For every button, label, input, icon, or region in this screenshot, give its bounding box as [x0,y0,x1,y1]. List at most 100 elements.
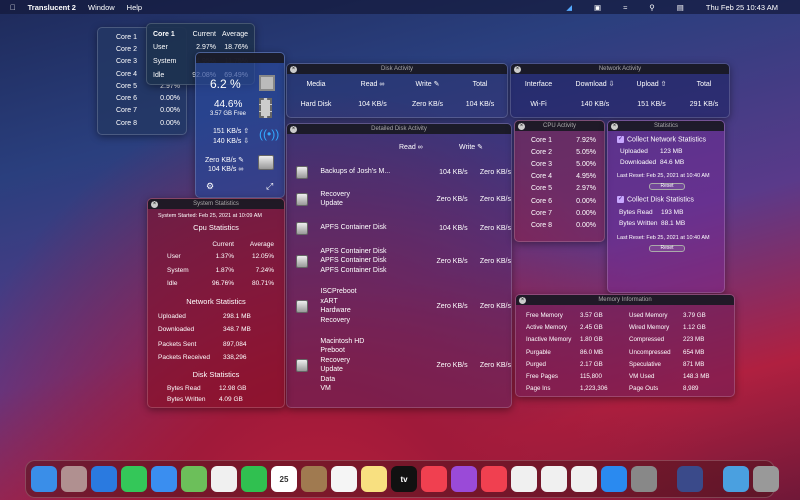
dock-icon-finder[interactable] [31,466,57,492]
dock-icon-launchpad[interactable] [61,466,87,492]
memory-label: Purgable [526,348,551,356]
read-value: Zero KB/s [436,195,468,203]
disk-row[interactable]: Recovery Update Zero KB/s Zero KB/s [287,184,511,214]
reset-disk-button[interactable]: Reset [649,244,685,252]
dock-icon-mail[interactable] [151,466,177,492]
upload-cell: 151 KB/s [637,100,666,108]
dock-icon-safari[interactable] [91,466,117,492]
disk-row[interactable]: ISCPreboot xART Hardware Recovery Zero KB/s Z… [287,280,511,332]
row-label: Idle [153,71,165,79]
collect-network-checkbox[interactable]: ✓ Collect Network Statistics [617,136,717,143]
dock-icon-music[interactable] [421,466,447,492]
reset-network-button[interactable]: Reset [649,183,685,191]
dock-icon-podcasts[interactable] [451,466,477,492]
core-name: Core 1 [116,33,138,41]
disk-row[interactable]: Backups of Josh's M... 104 KB/s Zero KB/s [287,160,511,184]
dock-icon-news[interactable] [481,466,507,492]
close-icon[interactable]: × [290,126,297,133]
dock-icon-messages[interactable] [121,466,147,492]
disk-row[interactable]: APFS Container Disk 104 KB/s Zero KB/s [287,214,511,242]
close-icon[interactable]: × [514,66,521,73]
cpu-status-icon[interactable]: ▣ [594,3,601,12]
hard-disk-icon [296,299,309,313]
core-value: 0.00% [576,221,596,229]
dock-icon-trash[interactable] [753,466,779,492]
dock-icon-facetime[interactable] [241,466,267,492]
dock-icon-pages[interactable] [571,466,597,492]
dock-icon-maps[interactable] [181,466,207,492]
search-icon[interactable]: ⚲ [649,3,655,12]
row-label: Packets Sent [158,341,197,349]
current-value: 1.37% [215,253,234,261]
volume-name: APFS Container Disk [320,266,387,274]
memory-label: Active Memory [526,323,567,331]
wifi-icon[interactable]: ≈ [623,3,627,12]
core-name: Core 7 [116,107,138,115]
clock[interactable]: Thu Feb 25 10:43 AM [706,3,778,12]
disk-stat-row: Bytes Written 4.09 GB [167,394,274,406]
tooltip-title: Core 1 [153,30,175,38]
dock-icon-app-store[interactable] [601,466,627,492]
memory-label: Speculative [629,360,661,368]
row-label: System [167,266,189,274]
cpu-stat-row: User 1.37% 12.05% [158,250,274,264]
menu-app-name[interactable]: Translucent 2 [28,3,76,12]
menu-help[interactable]: Help [127,3,142,12]
row-value: 348.7 MB [223,325,251,333]
read-value: 104 KB/s [439,224,468,232]
dock-icon-contacts[interactable] [301,466,327,492]
window-title: Network Activity [598,66,642,72]
close-icon[interactable]: × [611,123,618,130]
dock-icon-photos[interactable] [211,466,237,492]
row-value: 4.09 GB [219,396,243,404]
volume-name: Macintosh HD [320,337,365,345]
control-center-icon[interactable]: ▤ [677,3,684,12]
mini-disk-read: 104 KB/s ∞ [208,166,244,173]
dock-icon-reminders[interactable] [331,466,357,492]
dock-icon-keynote[interactable] [511,466,537,492]
dock-icon-downloads[interactable] [723,466,749,492]
gear-icon[interactable]: ⚙ [206,181,214,192]
dock-icon-numbers[interactable] [541,466,567,492]
collect-disk-checkbox[interactable]: ✓ Collect Disk Statistics [617,196,717,204]
statistics-window: × Statistics ✓ Collect Network Statistics … [607,120,725,293]
mini-title-bar [196,53,284,63]
current-value: 96.76% [211,280,234,288]
translucent-status-icon[interactable]: ◢ [566,3,572,12]
close-icon[interactable]: × [518,123,525,130]
close-icon[interactable]: × [151,201,158,208]
core-name: Core 3 [116,58,138,66]
dock-icon-calendar[interactable]: 25 [271,466,297,492]
disk-row[interactable]: APFS Container Disk APFS Container Disk AP… [287,242,511,280]
core-name: Core 8 [116,119,138,127]
current-value: 2.97% [196,43,216,51]
core-value: 0.00% [160,95,180,103]
write-value: Zero KB/s [479,302,511,310]
core-list-item[interactable]: Core 8 0.00% [104,117,180,129]
cpu-core-row: Core 4 4.95% [531,171,596,183]
menu-window[interactable]: Window [88,3,115,12]
apple-menu-icon[interactable]:  [10,3,16,12]
hard-disk-icon [296,165,309,179]
checkbox-icon[interactable]: ✓ [617,196,624,204]
dock-icon-notes[interactable] [361,466,387,492]
row-label: Downloaded [158,325,195,333]
close-icon[interactable]: × [290,66,297,73]
core-list-item[interactable]: Core 7 0.00% [104,105,180,117]
row-label: User [153,43,168,51]
dock-icon-system-preferences[interactable] [631,466,657,492]
core-name: Core 1 [531,136,553,144]
read-cell: 104 KB/s [358,100,387,108]
memory-label: Uncompressed [629,348,671,356]
dock-icon-tv[interactable]: tv [391,466,417,492]
expand-icon[interactable]: ⤢ [266,181,273,192]
checkbox-icon[interactable]: ✓ [617,136,624,143]
disk-row[interactable]: Macintosh HD Preboot Recovery Update Data VM Z… [287,332,511,398]
volume-name: Recovery [320,190,350,198]
close-icon[interactable]: × [519,297,526,304]
core-value: 5.00% [576,160,596,168]
core-name: Core 3 [531,160,553,168]
core-list-item[interactable]: Core 6 0.00% [104,92,180,104]
dock-icon-translucent[interactable] [677,466,703,492]
downloaded-label: Downloaded [620,159,657,167]
